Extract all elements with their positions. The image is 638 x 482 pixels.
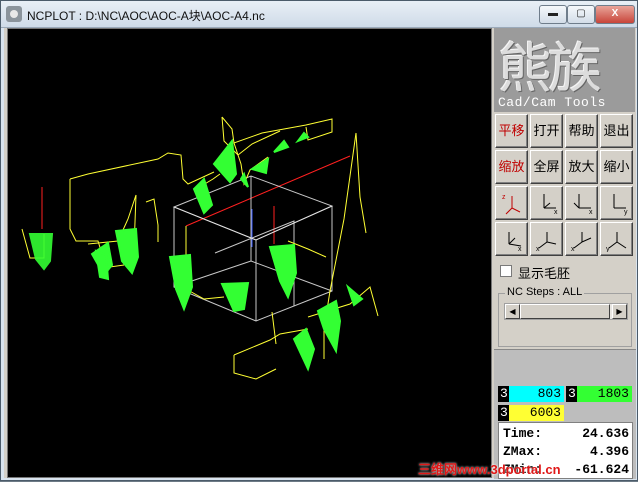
svg-text:x: x [554,209,558,216]
stat-value: 24.636 [582,426,629,441]
svg-text:z: z [502,194,506,201]
toolpath-viewport[interactable] [7,28,492,478]
counter-yellow: 3 6003 [498,405,564,421]
axis-view-icon: y [606,232,627,252]
help-button[interactable]: 帮助 [565,114,598,148]
counter-index: 3 [568,386,577,402]
nc-steps-slider[interactable]: ◀ ▶ [504,303,628,320]
stat-time: Time: 24.636 [503,426,629,444]
zoom-in-button[interactable]: 放大 [565,150,598,184]
maximize-button[interactable]: ▢ [567,5,595,24]
view-xy-button[interactable]: y [600,186,633,220]
app-window: NCPLOT : D:\NC\AOC\AOC-A块\AOC-A4.nc ▬ ▢ … [0,0,638,481]
axis-view-icon: x [508,232,522,252]
client-area: 熊族 Cad/Cam Tools 平移 打开 帮助 退出 缩放 全屏 放大 缩小… [4,28,636,479]
control-panel: 熊族 Cad/Cam Tools 平移 打开 帮助 退出 缩放 全屏 放大 缩小… [494,28,636,479]
stat-label: ZMax: [503,444,543,459]
open-button[interactable]: 打开 [530,114,563,148]
nc-steps-group: NC Steps : ALL ◀ ▶ [498,286,632,347]
counter-value: 6003 [509,405,564,421]
close-button[interactable]: X [595,5,635,24]
view-zx-iso-button[interactable]: x [530,186,563,220]
watermark-text: 三维网www.3dportal.cn [418,462,561,477]
svg-text:x: x [571,246,575,252]
axis-view-icon: x [573,194,593,216]
svg-text:y: y [606,246,610,252]
stat-label: Time: [503,426,543,441]
pan-button[interactable]: 平移 [495,114,528,148]
exit-button[interactable]: 退出 [600,114,633,148]
axis-view-icon: z [502,194,521,215]
view-yz-button[interactable]: y [600,222,633,256]
logo-english-text: Cad/Cam Tools [498,95,606,110]
window-title: NCPLOT : D:\NC\AOC\AOC-A块\AOC-A4.nc [27,9,265,23]
view-xy-2-button[interactable]: x [565,222,598,256]
show-stock-checkbox[interactable] [500,265,512,277]
svg-text:x: x [589,209,593,216]
axis-view-icon: x [571,232,592,252]
minimize-button[interactable]: ▬ [539,5,567,24]
view-zxy-button[interactable]: z [495,186,528,220]
title-bar[interactable]: NCPLOT : D:\NC\AOC\AOC-A块\AOC-A4.nc ▬ ▢ … [1,1,637,28]
scroll-right-arrow-icon[interactable]: ▶ [612,304,627,319]
counter-index: 3 [500,386,509,402]
counter-value: 1803 [577,386,632,402]
svg-text:x: x [518,246,522,252]
zoom-out-button[interactable]: 缩小 [600,150,633,184]
axis-view-icon: y [613,194,628,216]
scroll-left-arrow-icon[interactable]: ◀ [505,304,520,319]
logo-chinese-text: 熊族 [498,37,602,100]
view-zx-button[interactable]: x [495,222,528,256]
axis-view-icon: x [536,232,557,252]
view-xz-button[interactable]: x [530,222,563,256]
stat-value: 4.396 [589,444,629,459]
counter-index: 3 [500,405,509,421]
stat-value: -61.624 [574,462,629,477]
view-yx-button[interactable]: x [565,186,598,220]
brand-logo: 熊族 Cad/Cam Tools [494,28,635,112]
fullscreen-button[interactable]: 全屏 [530,150,563,184]
counter-value: 803 [509,386,564,402]
axis-view-icon: x [543,194,558,216]
zoom-button[interactable]: 缩放 [495,150,528,184]
app-icon [6,6,22,22]
toolpath-plot [21,116,379,380]
show-stock-label: 显示毛胚 [518,266,571,281]
nc-steps-label: NC Steps : ALL [505,286,585,298]
svg-text:x: x [536,246,540,252]
counter-cyan: 3 803 [498,386,564,402]
svg-text:y: y [624,209,628,216]
slider-thumb[interactable] [520,304,610,319]
counter-green: 3 1803 [566,386,632,402]
